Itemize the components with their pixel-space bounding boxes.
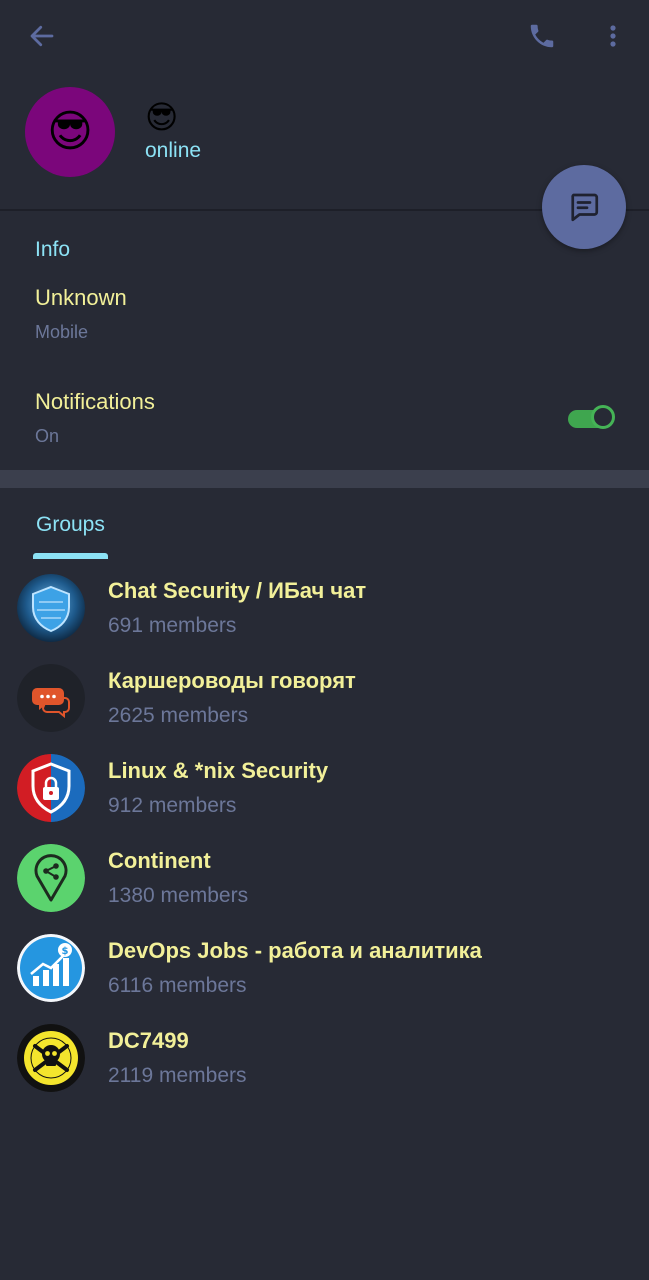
- group-members: 912 members: [108, 794, 237, 817]
- back-button[interactable]: [20, 16, 64, 56]
- info-section-title: Info: [35, 238, 71, 261]
- group-name: Chat Security / ИБач чат: [108, 578, 367, 603]
- notifications-label: Notifications: [35, 389, 155, 414]
- svg-text:$: $: [62, 946, 69, 957]
- group-avatar-continent: [17, 844, 85, 912]
- lock-shield-avatar-icon: [17, 754, 85, 822]
- phone-value[interactable]: Unknown: [35, 285, 127, 311]
- group-avatar-linux-security: [17, 754, 85, 822]
- group-name: DevOps Jobs - работа и аналитика: [108, 938, 482, 963]
- group-avatar-karshero: [17, 664, 85, 732]
- phone-icon: [530, 24, 554, 48]
- notifications-value: On: [35, 426, 60, 446]
- toggle-knob: [591, 405, 615, 429]
- group-item[interactable]: DC7499 2119 members: [0, 1024, 649, 1114]
- group-name: Continent: [108, 848, 211, 873]
- section-divider: [0, 470, 649, 488]
- tab-indicator: [33, 553, 108, 559]
- more-options-button[interactable]: [596, 16, 630, 56]
- group-avatar-chat-security: [17, 574, 85, 642]
- group-members: 6116 members: [108, 974, 247, 997]
- group-members: 2119 members: [108, 1064, 247, 1087]
- group-members: 1380 members: [108, 884, 249, 907]
- more-vertical-icon: [610, 25, 616, 47]
- arrow-left-icon: [30, 25, 54, 47]
- profile-name: 😎: [145, 99, 179, 135]
- call-button[interactable]: [520, 16, 564, 56]
- map-pin-avatar-icon: [17, 844, 85, 912]
- profile-status: online: [145, 139, 202, 162]
- group-avatar-devops-jobs: $: [17, 934, 85, 1002]
- phone-label: Mobile: [35, 322, 89, 342]
- group-name: Linux & *nix Security: [108, 758, 329, 783]
- tab-groups[interactable]: Groups: [33, 505, 108, 560]
- group-avatar-dc7499: [17, 1024, 85, 1092]
- profile-avatar[interactable]: 😎: [25, 87, 115, 177]
- group-item[interactable]: Continent 1380 members: [0, 844, 649, 934]
- avatar-emoji: 😎: [47, 107, 93, 156]
- group-name: DC7499: [108, 1028, 189, 1053]
- group-name: Каршероводы говорят: [108, 668, 356, 693]
- skull-crossbones-avatar-icon: [17, 1024, 85, 1092]
- chat-bubbles-avatar-icon: [17, 664, 85, 732]
- group-members: 2625 members: [108, 704, 249, 727]
- group-item[interactable]: $ DevOps Jobs - работа и аналитика 6116 …: [0, 934, 649, 1024]
- growth-chart-avatar-icon: $: [17, 934, 85, 1002]
- message-icon: [571, 193, 599, 222]
- group-item[interactable]: Chat Security / ИБач чат 691 members: [0, 574, 649, 664]
- send-message-button[interactable]: [542, 165, 626, 249]
- group-item[interactable]: Каршероводы говорят 2625 members: [0, 664, 649, 754]
- group-members: 691 members: [108, 614, 237, 637]
- notifications-toggle[interactable]: [566, 405, 618, 431]
- security-shield-avatar-icon: [17, 574, 85, 642]
- group-item[interactable]: Linux & *nix Security 912 members: [0, 754, 649, 844]
- tab-groups-label: Groups: [36, 513, 105, 536]
